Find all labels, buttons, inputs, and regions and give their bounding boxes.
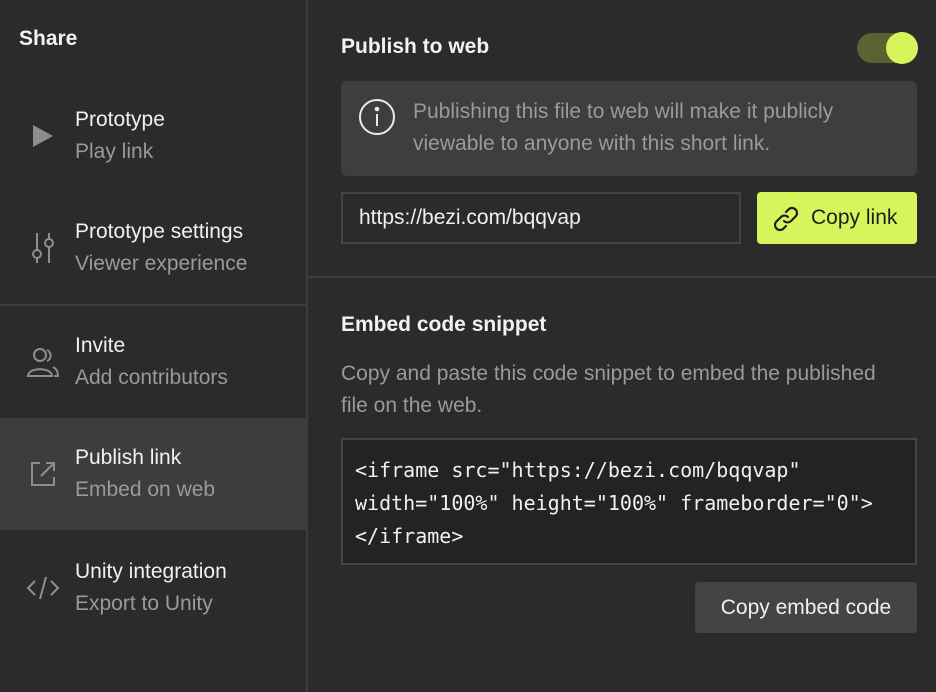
sidebar-item-sublabel: Export to Unity: [75, 592, 213, 615]
code-icon: [25, 570, 61, 606]
sidebar-item-label: Prototype: [75, 108, 165, 131]
sidebar-item-sublabel: Add contributors: [75, 366, 228, 389]
copy-embed-code-button[interactable]: Copy embed code: [695, 582, 917, 633]
sidebar-item-invite[interactable]: Invite Add contributors: [0, 306, 306, 418]
embed-description: Copy and paste this code snippet to embe…: [341, 362, 876, 417]
sidebar-item-sublabel: Play link: [75, 140, 154, 163]
toggle-knob: [886, 32, 918, 64]
users-icon: [25, 344, 61, 380]
sidebar-item-unity-integration[interactable]: Unity integration Export to Unity: [0, 532, 306, 644]
sidebar-item-label: Invite: [75, 334, 126, 357]
embed-title: Embed code snippet: [341, 313, 547, 336]
sidebar-item-label: Unity integration: [75, 560, 227, 583]
publish-toggle[interactable]: [857, 32, 918, 64]
copy-link-label: Copy link: [811, 206, 898, 229]
sidebar-item-label: Publish link: [75, 446, 182, 469]
info-icon: [358, 98, 396, 136]
sidebar-item-publish-link[interactable]: Publish link Embed on web: [0, 418, 306, 530]
external-link-icon: [25, 456, 61, 492]
sidebar-item-prototype[interactable]: Prototype Play link: [0, 80, 306, 192]
link-icon: [771, 204, 801, 234]
play-icon: [25, 118, 61, 154]
sidebar-item-sublabel: Viewer experience: [75, 252, 248, 275]
info-text: Publishing this file to web will make it…: [413, 100, 834, 155]
sidebar-item-prototype-settings[interactable]: Prototype settings Viewer experience: [0, 192, 306, 304]
info-banner: Publishing this file to web will make it…: [341, 81, 917, 176]
share-sidebar: Share Prototype Play link Prototype sett…: [0, 0, 308, 692]
sidebar-item-label: Prototype settings: [75, 220, 244, 243]
publish-title: Publish to web: [341, 35, 490, 58]
copy-link-button[interactable]: Copy link: [757, 192, 917, 244]
embed-code-field[interactable]: <iframe src="https://bezi.com/bqqvap" wi…: [341, 438, 917, 565]
sliders-icon: [25, 230, 61, 266]
publish-panel: Publish to web Publishing this file to w…: [308, 0, 936, 692]
share-url-field[interactable]: https://bezi.com/bqqvap: [341, 192, 741, 244]
sidebar-item-sublabel: Embed on web: [75, 478, 216, 501]
section-divider: [308, 276, 936, 278]
sidebar-title: Share: [19, 27, 78, 50]
